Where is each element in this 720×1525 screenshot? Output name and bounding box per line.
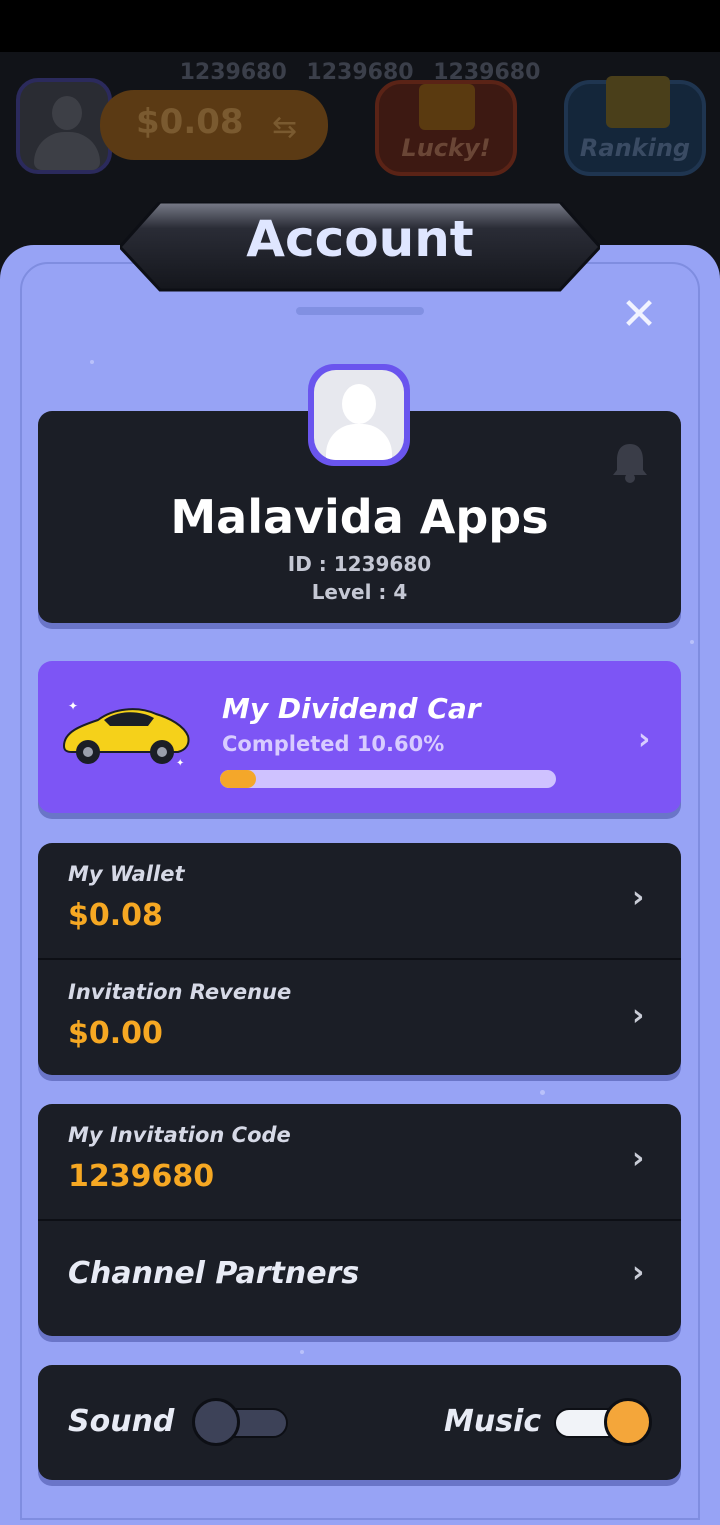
- music-toggle-knob[interactable]: [604, 1398, 652, 1446]
- ranking-button: Ranking: [564, 76, 706, 176]
- background-balance-amount: $0.08: [136, 102, 244, 142]
- invitation-revenue-value: $0.00: [68, 1016, 163, 1051]
- close-icon[interactable]: ✕: [620, 293, 658, 337]
- trophy-icon: [606, 76, 670, 128]
- divider: [38, 958, 681, 960]
- svg-text:✦: ✦: [68, 699, 78, 713]
- divider: [38, 1219, 681, 1221]
- wallet-label: My Wallet: [68, 862, 185, 886]
- panel-speck: [540, 1090, 545, 1095]
- status-bar: [0, 0, 720, 52]
- sound-toggle-knob[interactable]: [192, 1398, 240, 1446]
- svg-text:✦: ✦: [176, 758, 184, 769]
- user-level: Level : 4: [311, 580, 408, 604]
- invitation-code-value[interactable]: 1239680: [68, 1159, 214, 1194]
- ticker-id: 1239680: [179, 60, 287, 85]
- dividend-progress-bar: [220, 770, 556, 788]
- avatar[interactable]: [308, 364, 410, 466]
- lucky-button: Lucky!: [375, 80, 517, 176]
- gift-icon: [419, 84, 475, 130]
- exchange-icon: ⇆: [272, 110, 298, 145]
- avatar-silhouette-icon: [314, 370, 404, 460]
- dialog-title: Account: [246, 210, 474, 268]
- dividend-progress-fill: [220, 770, 256, 788]
- chevron-right-icon[interactable]: ›: [632, 1255, 644, 1290]
- lucky-label: Lucky!: [401, 134, 491, 162]
- chevron-right-icon[interactable]: ›: [632, 880, 644, 915]
- invitation-code-label: My Invitation Code: [68, 1123, 291, 1147]
- dividend-title: My Dividend Car: [222, 692, 481, 725]
- background-avatar: [16, 78, 112, 174]
- ranking-label: Ranking: [579, 134, 691, 162]
- invitation-revenue-label: Invitation Revenue: [68, 980, 292, 1004]
- background-balance: $0.08 ⇆: [100, 90, 328, 160]
- panel-notch: [296, 307, 424, 315]
- music-label: Music: [444, 1404, 542, 1439]
- panel-speck: [90, 360, 94, 364]
- bell-icon[interactable]: [608, 440, 652, 484]
- car-icon: ✦ ✦: [58, 696, 193, 770]
- user-id: ID : 1239680: [287, 552, 432, 576]
- user-name: Malavida Apps: [170, 490, 549, 544]
- dividend-progress-text: Completed 10.60%: [222, 732, 445, 756]
- sound-label: Sound: [68, 1404, 175, 1439]
- wallet-value: $0.08: [68, 898, 163, 933]
- panel-speck: [690, 640, 694, 644]
- chevron-right-icon[interactable]: ›: [638, 722, 650, 757]
- chevron-right-icon[interactable]: ›: [632, 1141, 644, 1176]
- channel-partners-label[interactable]: Channel Partners: [68, 1256, 359, 1291]
- panel-speck: [300, 1350, 304, 1354]
- chevron-right-icon[interactable]: ›: [632, 998, 644, 1033]
